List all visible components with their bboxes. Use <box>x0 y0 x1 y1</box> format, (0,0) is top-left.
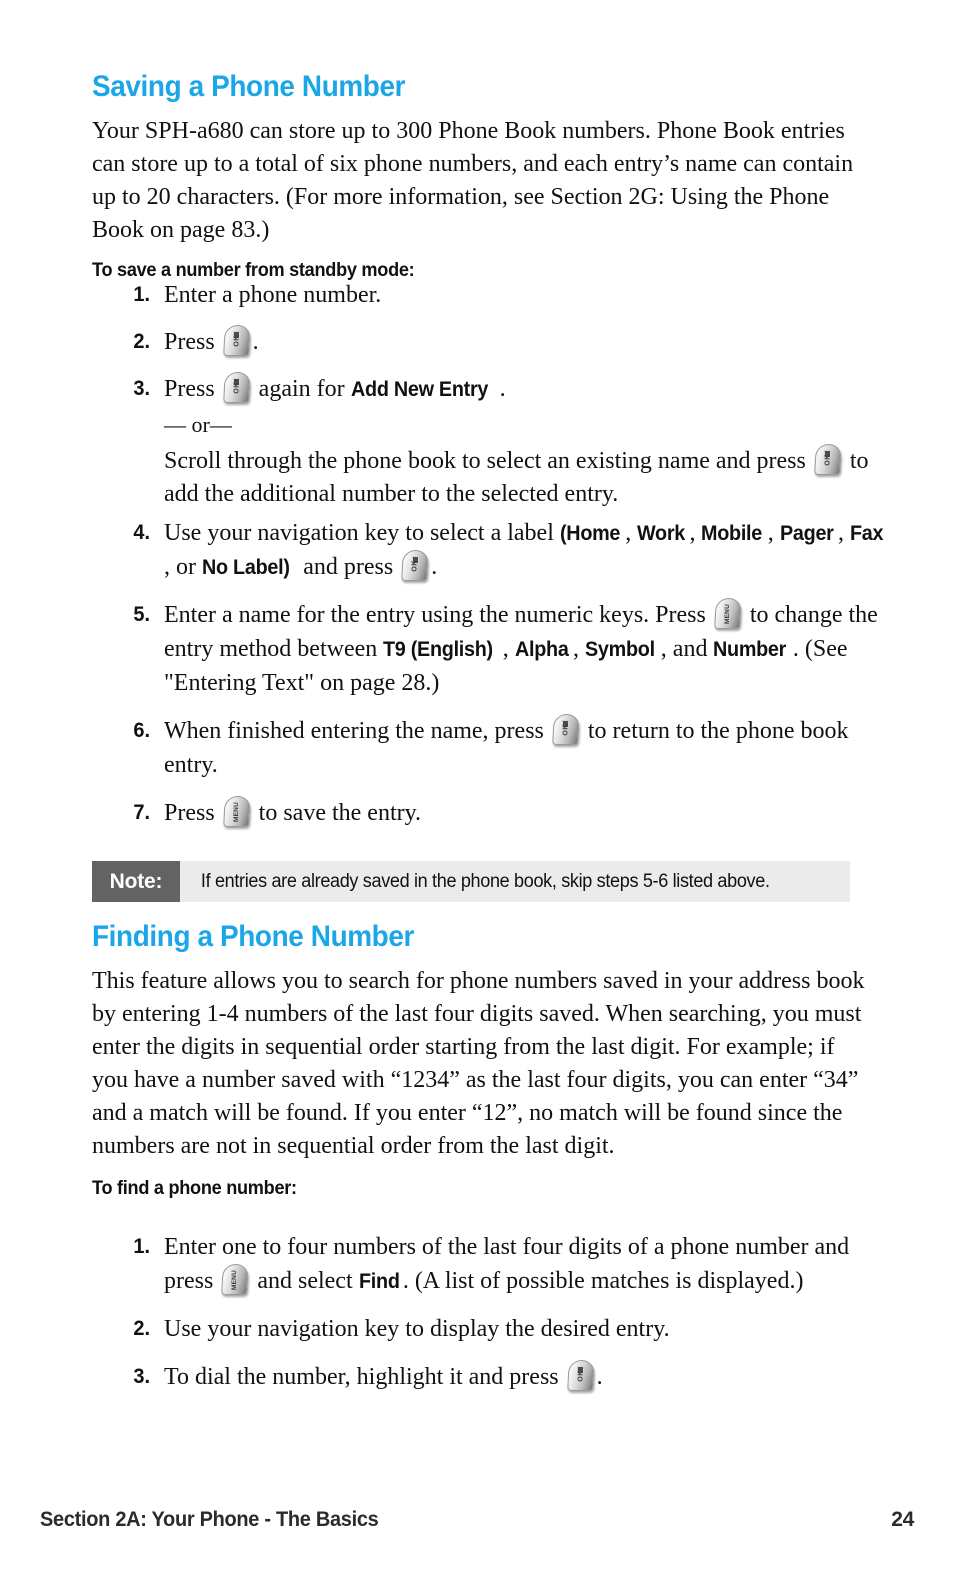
step-text-before: To dial the number, highlight it and pre… <box>164 1364 565 1390</box>
list-item: 5. Enter a name for the entry using the … <box>92 598 892 700</box>
step-number: 1. <box>133 1235 150 1258</box>
finding-intro-paragraph: This feature allows you to search for ph… <box>92 968 865 1159</box>
step-text: Use your navigation key to display the d… <box>164 1316 670 1342</box>
ok-key-glyph: OK <box>577 1369 585 1382</box>
sep: , and <box>660 636 714 662</box>
step-text-after: . <box>596 1364 603 1390</box>
step-text-before: Press <box>164 800 221 826</box>
ok-key-glyph: OK <box>411 559 419 572</box>
note-callout-box: Note: If entries are already saved in th… <box>92 861 850 902</box>
step-text-before: Use your navigation key to select a labe… <box>164 520 560 546</box>
ok-key-icon: OK <box>552 714 580 745</box>
sep: , <box>767 520 780 546</box>
footer-section-label: Section 2A: Your Phone - The Basics <box>40 1508 379 1531</box>
sep: , or <box>164 554 202 580</box>
note-text: If entries are already saved in the phon… <box>200 870 770 892</box>
sep: , <box>838 520 850 546</box>
list-item: 1. Enter a phone number. <box>92 278 892 312</box>
bold-term-home: (Home <box>559 521 621 545</box>
section-finding-a-phone-number: Finding a Phone Number This feature allo… <box>92 920 882 1200</box>
list-item: 1. Enter one to four numbers of the last… <box>92 1230 892 1298</box>
bold-term-t9-english: T9 (English) <box>383 637 494 661</box>
or-alternative-block: — or— Scroll through the phone book to s… <box>164 410 884 511</box>
finding-subheading: To find a phone number: <box>92 1177 297 1199</box>
menu-key-icon: MENU <box>222 796 251 827</box>
step-text-before: Press <box>164 376 221 402</box>
footer-page-number: 24 <box>891 1508 914 1531</box>
step-text-after: . <box>252 329 259 355</box>
list-item: 3. To dial the number, highlight it and … <box>92 1360 892 1394</box>
or-text-before: Scroll through the phone book to select … <box>164 448 812 474</box>
page-footer: Section 2A: Your Phone - The Basics 24 <box>40 1508 914 1532</box>
step-number: 2. <box>133 330 150 353</box>
bold-term-no-label: No Label) <box>202 555 290 579</box>
menu-key-icon: MENU <box>714 598 742 629</box>
menu-key-glyph: MENU <box>231 1269 239 1290</box>
ok-key-icon: OK <box>222 325 251 356</box>
step-number: 4. <box>133 521 150 544</box>
bold-term-add-new-entry: Add New Entry <box>350 377 488 401</box>
or-divider-text: — or— <box>164 412 232 437</box>
step-text-mid: again for <box>252 376 351 402</box>
finding-steps-list: 1. Enter one to four numbers of the last… <box>92 1230 892 1407</box>
bold-term-number: Number <box>713 637 787 661</box>
step-text-after: . (A list of possible matches is display… <box>402 1268 804 1294</box>
list-item: 3. Press OK again for Add New Entry. <box>92 372 892 406</box>
step-number: 7. <box>133 801 150 824</box>
menu-key-glyph: MENU <box>232 801 240 822</box>
list-item: 2. Press OK. <box>92 325 892 359</box>
step-text-mid: and select <box>251 1268 359 1294</box>
step-text-after: to save the entry. <box>252 800 422 826</box>
list-item: 7. Press MENU to save the entry. <box>92 796 892 830</box>
step-text: Enter a phone number. <box>164 282 382 308</box>
ok-key-glyph: OK <box>562 723 570 736</box>
step-number: 2. <box>133 1317 150 1340</box>
bold-term-find: Find <box>358 1269 400 1293</box>
bold-term-mobile: Mobile <box>701 521 763 545</box>
list-item: 6. When finished entering the name, pres… <box>92 714 892 782</box>
step-text-after: . <box>431 554 438 580</box>
step-text-mid: and press <box>297 554 400 580</box>
ok-key-icon: OK <box>222 372 251 403</box>
bold-term-symbol: Symbol <box>584 637 655 661</box>
sep: , <box>572 636 585 662</box>
ok-key-icon: OK <box>566 1360 595 1391</box>
sep: , <box>689 520 702 546</box>
section-saving-a-phone-number: Saving a Phone Number Your SPH-a680 can … <box>92 70 882 282</box>
page-title-saving: Saving a Phone Number <box>92 70 406 103</box>
ok-key-icon: OK <box>401 550 430 581</box>
saving-steps-list-part2: 4. Use your navigation key to select a l… <box>92 516 892 843</box>
list-item: 2. Use your navigation key to display th… <box>92 1312 892 1346</box>
step-number: 1. <box>133 283 150 306</box>
list-item: 4. Use your navigation key to select a l… <box>92 516 892 584</box>
ok-key-icon: OK <box>814 444 842 475</box>
bold-term-alpha: Alpha <box>514 637 569 661</box>
bold-term-pager: Pager <box>779 521 834 545</box>
step-number: 3. <box>133 1365 150 1388</box>
menu-key-icon: MENU <box>221 1264 250 1295</box>
step-number: 6. <box>133 719 150 742</box>
step-text-before: When finished entering the name, press <box>164 718 550 744</box>
manual-page: Saving a Phone Number Your SPH-a680 can … <box>0 0 954 1590</box>
menu-key-glyph: MENU <box>723 603 731 624</box>
note-label: Note: <box>92 861 180 902</box>
step-text-before: Press <box>164 329 221 355</box>
or-body-paragraph: Scroll through the phone book to select … <box>164 444 876 511</box>
step-text-after: . <box>499 376 506 402</box>
ok-key-glyph: OK <box>233 381 241 394</box>
bold-term-work: Work <box>637 521 686 545</box>
bold-term-fax: Fax <box>850 521 884 545</box>
step-number: 5. <box>133 603 150 626</box>
step-text-before: Enter a name for the entry using the num… <box>164 602 712 628</box>
saving-intro-paragraph: Your SPH-a680 can store up to 300 Phone … <box>92 118 854 243</box>
saving-steps-list-part1: 1. Enter a phone number. 2. Press OK. 3.… <box>92 278 892 410</box>
page-title-finding: Finding a Phone Number <box>92 920 414 953</box>
ok-key-glyph: OK <box>233 334 241 347</box>
ok-key-glyph: OK <box>824 453 832 466</box>
sep: , <box>625 520 638 546</box>
sep: , <box>502 636 515 662</box>
step-number: 3. <box>133 377 150 400</box>
